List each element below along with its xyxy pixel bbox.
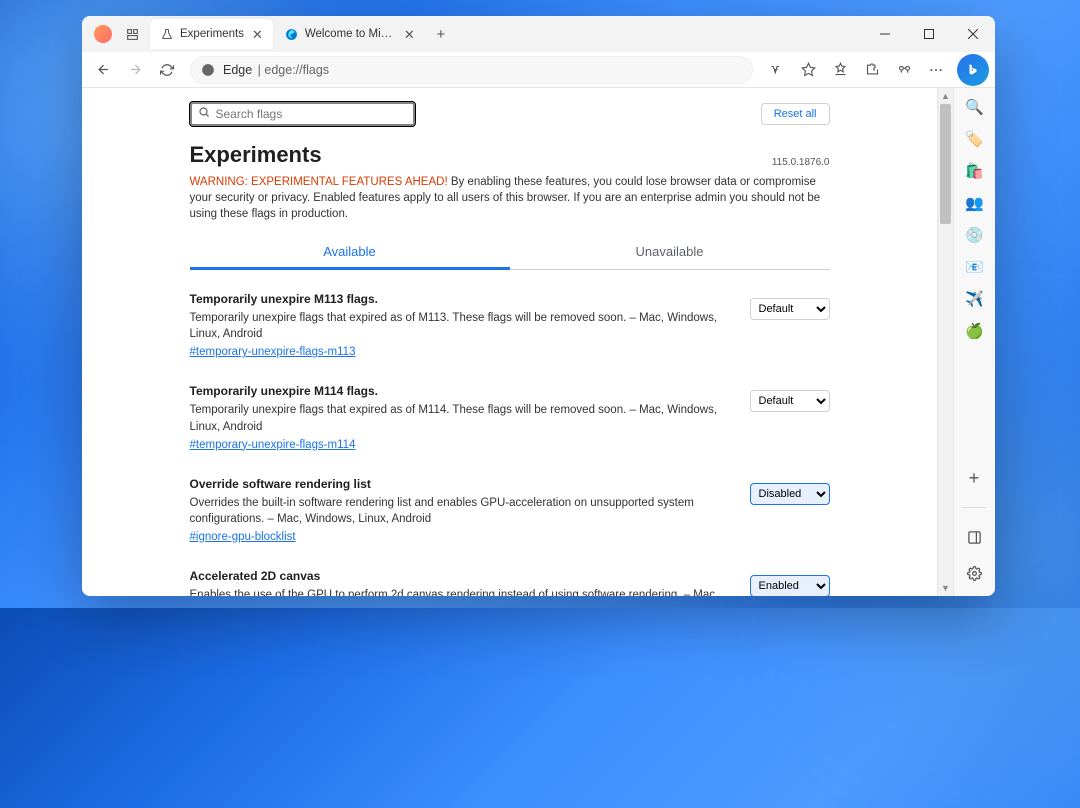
flag-title: Accelerated 2D canvas — [190, 569, 730, 583]
flag-description: Enables the use of the GPU to perform 2d… — [190, 587, 730, 596]
flag-item: Override software rendering list Overrid… — [190, 467, 830, 559]
bing-chat-button[interactable] — [957, 54, 989, 86]
flag-value-select[interactable]: Default — [750, 390, 830, 412]
flag-item: Accelerated 2D canvas Enables the use of… — [190, 559, 830, 596]
content-area: Reset all Experiments 115.0.1876.0 WARNI… — [82, 88, 995, 596]
favorite-button[interactable] — [793, 55, 823, 85]
flags-list: Temporarily unexpire M113 flags. Tempora… — [190, 282, 830, 596]
flag-value-select[interactable]: Enabled — [750, 575, 830, 596]
edge-sidebar: 🔍 🏷️ 🛍️ 👥 💿 📧 ✈️ 🍏 + — [953, 88, 995, 596]
version-text: 115.0.1876.0 — [772, 157, 830, 168]
address-bar[interactable]: Edge | edge://flags — [190, 56, 753, 84]
tab-label: Experiments — [180, 28, 244, 40]
tab-welcome[interactable]: Welcome to Microsoft Edge Can… ✕ — [275, 19, 425, 49]
flag-item: Temporarily unexpire M114 flags. Tempora… — [190, 374, 830, 466]
navigation-toolbar: Edge | edge://flags — [82, 52, 995, 88]
flag-description: Temporarily unexpire flags that expired … — [190, 310, 730, 342]
tab-available[interactable]: Available — [190, 236, 510, 270]
games-icon[interactable]: 👥 — [964, 192, 986, 214]
flag-title: Temporarily unexpire M113 flags. — [190, 292, 730, 306]
scroll-down-icon[interactable]: ▼ — [938, 580, 953, 596]
shopping-icon[interactable]: 🏷️ — [964, 128, 986, 150]
maximize-button[interactable] — [907, 16, 951, 52]
scroll-thumb[interactable] — [940, 104, 951, 224]
titlebar: Experiments ✕ Welcome to Microsoft Edge … — [82, 16, 995, 52]
refresh-button[interactable] — [152, 55, 182, 85]
browser-window: Experiments ✕ Welcome to Microsoft Edge … — [82, 16, 995, 596]
window-close-button[interactable] — [951, 16, 995, 52]
tab-close-icon[interactable]: ✕ — [402, 26, 417, 43]
page-content: Reset all Experiments 115.0.1876.0 WARNI… — [82, 88, 937, 596]
search-field[interactable] — [216, 107, 407, 121]
office-icon[interactable]: 💿 — [964, 224, 986, 246]
search-icon — [198, 105, 210, 123]
edge-logo-icon — [201, 63, 215, 77]
reading-mode-button[interactable] — [761, 55, 791, 85]
flag-anchor-link[interactable]: #temporary-unexpire-flags-m113 — [190, 346, 356, 358]
flag-description: Temporarily unexpire flags that expired … — [190, 402, 730, 434]
flask-icon — [160, 27, 174, 41]
new-tab-button[interactable]: + — [427, 20, 455, 48]
window-controls — [863, 16, 995, 52]
sidebar-settings-icon[interactable] — [963, 562, 985, 584]
collections-button[interactable] — [889, 55, 919, 85]
tab-experiments[interactable]: Experiments ✕ — [150, 19, 273, 49]
flag-anchor-link[interactable]: #ignore-gpu-blocklist — [190, 531, 296, 543]
favorites-bar-button[interactable] — [825, 55, 855, 85]
flag-value-select[interactable]: Default — [750, 298, 830, 320]
url-text: Edge | edge://flags — [223, 63, 329, 77]
tools-icon[interactable]: 🛍️ — [964, 160, 986, 182]
flag-title: Temporarily unexpire M114 flags. — [190, 384, 730, 398]
search-icon[interactable]: 🔍 — [964, 96, 986, 118]
tab-close-icon[interactable]: ✕ — [250, 26, 265, 43]
flag-anchor-link[interactable]: #temporary-unexpire-flags-m114 — [190, 439, 356, 451]
back-button[interactable] — [88, 55, 118, 85]
scroll-up-icon[interactable]: ▲ — [938, 88, 953, 104]
tab-label: Welcome to Microsoft Edge Can… — [305, 28, 396, 40]
flags-tabs: Available Unavailable — [190, 236, 830, 270]
page-title: Experiments — [190, 142, 322, 168]
flag-item: Temporarily unexpire M113 flags. Tempora… — [190, 282, 830, 374]
vertical-scrollbar[interactable]: ▲ ▼ — [937, 88, 953, 596]
extensions-button[interactable] — [857, 55, 887, 85]
workspaces-button[interactable] — [118, 20, 146, 48]
profile-avatar[interactable] — [94, 25, 112, 43]
tab-unavailable[interactable]: Unavailable — [510, 236, 830, 269]
drop-icon[interactable]: ✈️ — [964, 288, 986, 310]
settings-button[interactable] — [921, 55, 951, 85]
music-icon[interactable]: 🍏 — [964, 320, 986, 342]
flag-title: Override software rendering list — [190, 477, 730, 491]
forward-button[interactable] — [120, 55, 150, 85]
warning-text: WARNING: EXPERIMENTAL FEATURES AHEAD! By… — [190, 174, 830, 222]
flag-value-select[interactable]: Disabled — [750, 483, 830, 505]
outlook-icon[interactable]: 📧 — [964, 256, 986, 278]
minimize-button[interactable] — [863, 16, 907, 52]
search-flags-input[interactable] — [190, 102, 415, 126]
add-sidebar-icon[interactable]: + — [963, 467, 985, 489]
tab-strip: Experiments ✕ Welcome to Microsoft Edge … — [150, 19, 863, 49]
reset-all-button[interactable]: Reset all — [761, 103, 830, 125]
flag-description: Overrides the built-in software renderin… — [190, 495, 730, 527]
divider — [962, 507, 986, 508]
edge-icon — [285, 27, 299, 41]
sidebar-toggle-icon[interactable] — [963, 526, 985, 548]
